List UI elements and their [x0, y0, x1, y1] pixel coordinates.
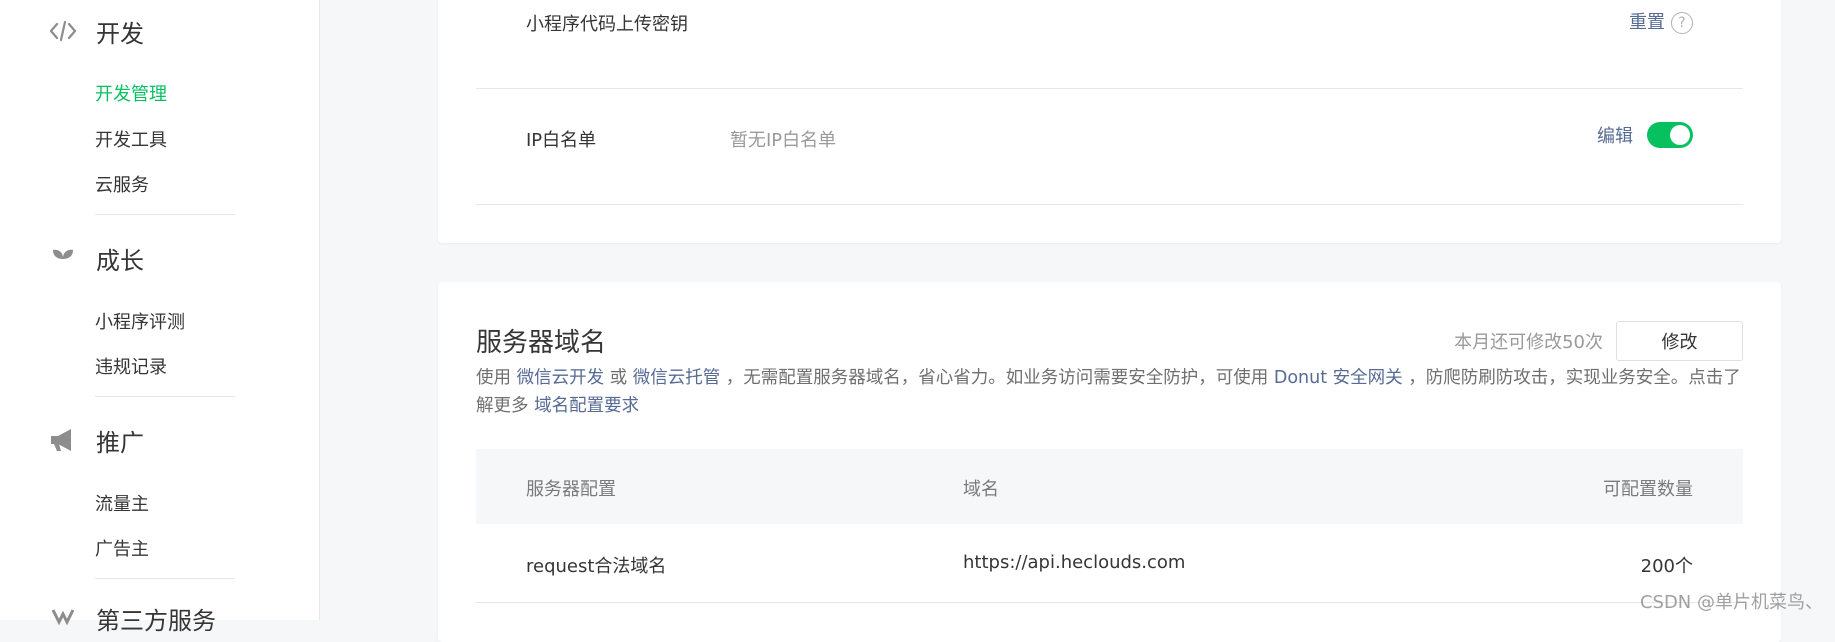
- help-icon[interactable]: ?: [1671, 12, 1693, 34]
- sidebar-item-advertiser[interactable]: 广告主: [95, 535, 149, 561]
- server-domain-card: 服务器域名 本月还可修改50次 修改 使用 微信云开发 或 微信云托管 ，无需配…: [438, 282, 1781, 642]
- section-title-promotion: 推广: [96, 423, 144, 458]
- desc-text: 或: [604, 368, 633, 388]
- section-third-party[interactable]: 第三方服务: [48, 603, 216, 633]
- sidebar-item-violation[interactable]: 违规记录: [95, 353, 167, 379]
- reset-action: 重置?: [1629, 8, 1693, 34]
- sidebar-item-cloud-service[interactable]: 云服务: [95, 171, 149, 197]
- donut-gateway-link[interactable]: Donut 安全网关: [1274, 368, 1403, 388]
- watermark: CSDN @单片机菜鸟、: [1640, 588, 1823, 614]
- ip-whitelist-label: IP白名单: [526, 126, 596, 152]
- reset-link[interactable]: 重置: [1629, 12, 1665, 33]
- wechat-cloud-hosting-link[interactable]: 微信云托管: [633, 368, 721, 388]
- desc-text: 使用: [476, 368, 517, 388]
- sidebar-divider: [95, 214, 235, 215]
- domain-table-header: 服务器配置 域名 可配置数量: [476, 449, 1743, 524]
- section-title-dev: 开发: [96, 14, 144, 49]
- sidebar-item-dev-management[interactable]: 开发管理: [95, 80, 167, 106]
- ip-whitelist-value: 暂无IP白名单: [730, 126, 836, 152]
- edit-link[interactable]: 编辑: [1597, 126, 1633, 147]
- ip-actions: 编辑: [1597, 122, 1693, 148]
- megaphone-icon: [48, 425, 78, 455]
- sprout-icon: [48, 243, 78, 273]
- cell-domain: https://api.heclouds.com: [963, 552, 1185, 573]
- section-title-third-party: 第三方服务: [96, 601, 216, 636]
- row-divider: [476, 204, 1743, 205]
- cell-config: request合法域名: [526, 552, 666, 578]
- sidebar-item-dev-tools[interactable]: 开发工具: [95, 126, 167, 152]
- upload-secret-label: 小程序代码上传密钥: [526, 10, 688, 36]
- section-title-growth: 成长: [96, 241, 144, 276]
- column-header-config: 服务器配置: [526, 475, 616, 501]
- row-divider: [476, 88, 1743, 89]
- cell-count: 200个: [1641, 552, 1693, 578]
- sidebar-item-evaluation[interactable]: 小程序评测: [95, 308, 185, 334]
- sidebar-divider: [95, 578, 235, 579]
- section-promotion[interactable]: 推广: [48, 425, 144, 455]
- desc-text: ，无需配置服务器域名，省心省力。如业务访问需要安全防护，可使用: [720, 368, 1274, 388]
- domain-requirements-link[interactable]: 域名配置要求: [534, 396, 639, 416]
- dev-settings-card: 小程序代码上传密钥 重置? IP白名单 暂无IP白名单 编辑: [438, 0, 1781, 243]
- sidebar-item-traffic-owner[interactable]: 流量主: [95, 490, 149, 516]
- wechat-cloud-dev-link[interactable]: 微信云开发: [517, 368, 605, 388]
- section-growth[interactable]: 成长: [48, 243, 144, 273]
- ip-whitelist-toggle[interactable]: [1647, 122, 1693, 148]
- sidebar-divider: [95, 396, 235, 397]
- row-divider: [476, 602, 1743, 603]
- code-icon: [48, 16, 78, 46]
- column-header-domain: 域名: [963, 475, 999, 501]
- server-domain-description: 使用 微信云开发 或 微信云托管 ，无需配置服务器域名，省心省力。如业务访问需要…: [476, 364, 1744, 420]
- server-domain-title: 服务器域名: [476, 322, 606, 359]
- modify-button[interactable]: 修改: [1616, 321, 1743, 361]
- modify-quota-text: 本月还可修改50次: [1454, 328, 1603, 354]
- sidebar: 开发 开发管理 开发工具 云服务 成长 小程序评测 违规记录 推广 流量主 广告…: [0, 0, 320, 620]
- column-header-count: 可配置数量: [1603, 475, 1693, 501]
- section-dev[interactable]: 开发: [48, 16, 144, 46]
- third-party-icon: [48, 603, 78, 633]
